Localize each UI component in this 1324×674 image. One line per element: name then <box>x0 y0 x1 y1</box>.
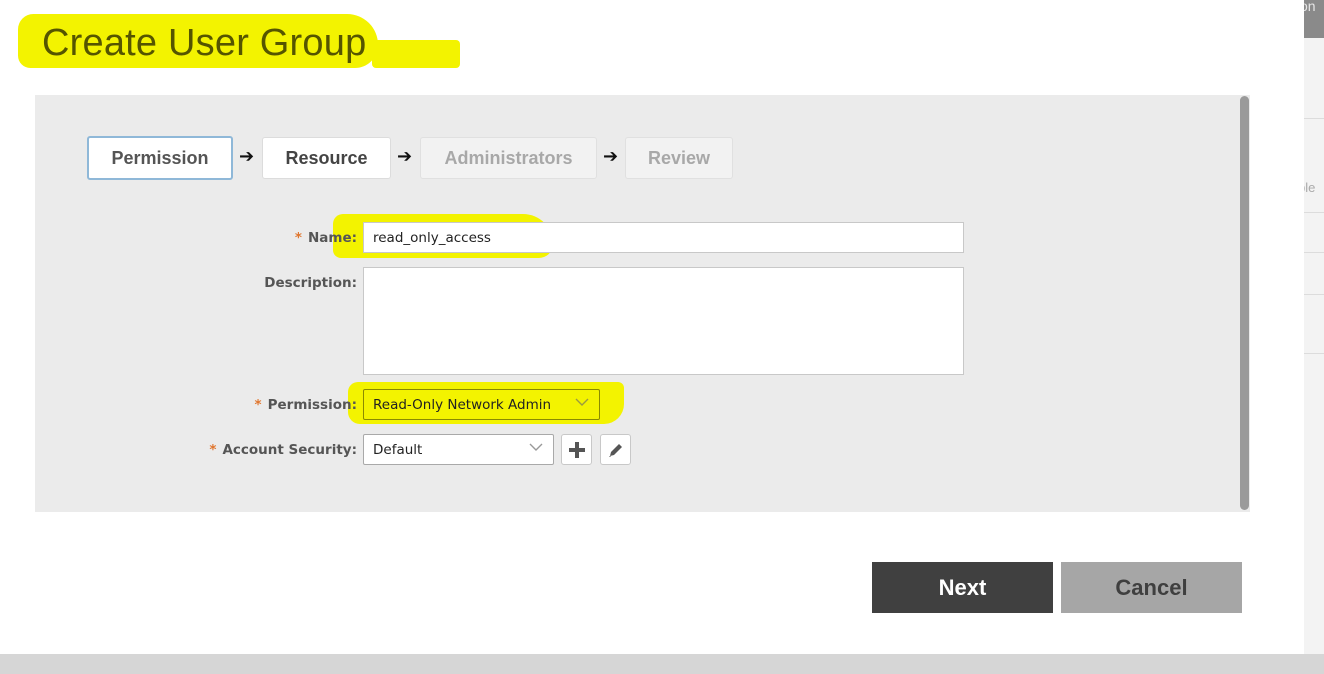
arrow-right-icon: ➔ <box>603 146 619 167</box>
step-administrators: Administrators <box>420 137 597 179</box>
background-divider <box>1304 353 1324 354</box>
plus-icon <box>568 441 585 458</box>
background-page: on ble <box>1304 0 1324 654</box>
account-security-selected-value: Default <box>373 441 423 458</box>
create-user-group-dialog: Create User Group Permission ➔ Resource … <box>0 0 1304 654</box>
name-input-value: read_only_access <box>373 229 491 246</box>
edit-account-security-button[interactable] <box>600 434 631 465</box>
permission-select[interactable]: Read-Only Network Admin <box>363 389 600 420</box>
background-bottom-strip <box>0 654 1324 674</box>
chevron-down-icon <box>575 398 589 406</box>
required-marker: * <box>209 442 217 458</box>
chevron-down-icon <box>529 443 543 451</box>
name-label-text: Name: <box>307 230 357 246</box>
name-label: * Name: <box>240 230 357 246</box>
background-divider <box>1304 294 1324 295</box>
panel-scrollbar[interactable] <box>1240 96 1249 510</box>
background-header-text: on <box>1304 0 1316 14</box>
name-input[interactable]: read_only_access <box>363 222 964 253</box>
cancel-button[interactable]: Cancel <box>1061 562 1242 613</box>
title-highlight-tail <box>372 40 460 68</box>
step-review: Review <box>625 137 733 179</box>
background-text: ble <box>1304 180 1316 195</box>
required-marker: * <box>294 230 302 246</box>
account-security-label: * Account Security: <box>180 442 357 458</box>
permission-selected-value: Read-Only Network Admin <box>373 396 552 413</box>
background-divider <box>1304 212 1324 213</box>
background-divider <box>1304 118 1324 119</box>
background-divider <box>1304 252 1324 253</box>
description-label: Description: <box>264 275 357 291</box>
arrow-right-icon: ➔ <box>397 146 413 167</box>
required-marker: * <box>254 397 262 413</box>
account-security-label-text: Account Security: <box>222 442 357 458</box>
next-button[interactable]: Next <box>872 562 1053 613</box>
pencil-icon <box>608 443 622 457</box>
permission-label: * Permission: <box>200 397 357 413</box>
arrow-right-icon: ➔ <box>239 146 255 167</box>
permission-label-text: Permission: <box>267 397 357 413</box>
background-header: on <box>1304 0 1324 38</box>
add-account-security-button[interactable] <box>561 434 592 465</box>
step-permission[interactable]: Permission <box>87 136 233 180</box>
account-security-select[interactable]: Default <box>363 434 554 465</box>
step-resource[interactable]: Resource <box>262 137 391 179</box>
dialog-title: Create User Group <box>42 22 367 64</box>
description-textarea[interactable] <box>363 267 964 375</box>
